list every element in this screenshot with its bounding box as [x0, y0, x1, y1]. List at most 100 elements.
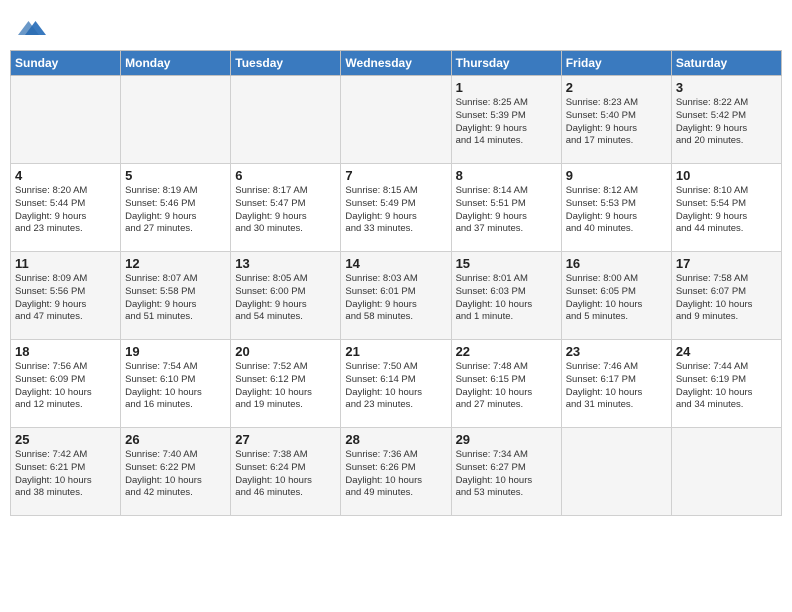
day-info: Sunrise: 7:40 AM Sunset: 6:22 PM Dayligh… — [125, 449, 226, 500]
day-number: 18 — [15, 344, 116, 359]
header-sunday: Sunday — [11, 51, 121, 76]
calendar-week-row: 11Sunrise: 8:09 AM Sunset: 5:56 PM Dayli… — [11, 252, 782, 340]
day-info: Sunrise: 8:23 AM Sunset: 5:40 PM Dayligh… — [566, 97, 667, 148]
calendar-cell: 27 Sunrise: 7:38 AM Sunset: 6:24 PM Dayli… — [231, 428, 341, 516]
day-info: Sunrise: 8:05 AM Sunset: 6:00 PM Dayligh… — [235, 273, 336, 324]
day-number: 25 — [15, 432, 116, 447]
day-info: Sunrise: 8:10 AM Sunset: 5:54 PM Dayligh… — [676, 185, 777, 236]
calendar-cell: 28 Sunrise: 7:36 AM Sunset: 6:26 PM Dayli… — [341, 428, 451, 516]
day-info: Sunrise: 7:38 AM Sunset: 6:24 PM Dayligh… — [235, 449, 336, 500]
day-info: Sunrise: 8:07 AM Sunset: 5:58 PM Dayligh… — [125, 273, 226, 324]
day-info: Sunrise: 7:52 AM Sunset: 6:12 PM Dayligh… — [235, 361, 336, 412]
day-number: 1 — [456, 80, 557, 95]
day-number: 15 — [456, 256, 557, 271]
header-thursday: Thursday — [451, 51, 561, 76]
calendar-cell: 21 Sunrise: 7:50 AM Sunset: 6:14 PM Dayli… — [341, 340, 451, 428]
day-number: 8 — [456, 168, 557, 183]
calendar-cell: 18 Sunrise: 7:56 AM Sunset: 6:09 PM Dayli… — [11, 340, 121, 428]
calendar-cell: 25 Sunrise: 7:42 AM Sunset: 6:21 PM Dayli… — [11, 428, 121, 516]
day-info: Sunrise: 8:25 AM Sunset: 5:39 PM Dayligh… — [456, 97, 557, 148]
calendar-cell: 16 Sunrise: 8:00 AM Sunset: 6:05 PM Dayli… — [561, 252, 671, 340]
day-info: Sunrise: 7:54 AM Sunset: 6:10 PM Dayligh… — [125, 361, 226, 412]
day-number: 26 — [125, 432, 226, 447]
day-info: Sunrise: 8:12 AM Sunset: 5:53 PM Dayligh… — [566, 185, 667, 236]
day-info: Sunrise: 7:48 AM Sunset: 6:15 PM Dayligh… — [456, 361, 557, 412]
calendar-cell: 19 Sunrise: 7:54 AM Sunset: 6:10 PM Dayli… — [121, 340, 231, 428]
calendar-cell — [561, 428, 671, 516]
calendar-cell: 8 Sunrise: 8:14 AM Sunset: 5:51 PM Daylig… — [451, 164, 561, 252]
header-wednesday: Wednesday — [341, 51, 451, 76]
day-info: Sunrise: 7:58 AM Sunset: 6:07 PM Dayligh… — [676, 273, 777, 324]
header-friday: Friday — [561, 51, 671, 76]
header-saturday: Saturday — [671, 51, 781, 76]
calendar-header: SundayMondayTuesdayWednesdayThursdayFrid… — [11, 51, 782, 76]
day-number: 14 — [345, 256, 446, 271]
calendar-cell: 14Sunrise: 8:03 AM Sunset: 6:01 PM Dayli… — [341, 252, 451, 340]
day-number: 6 — [235, 168, 336, 183]
calendar-week-row: 4Sunrise: 8:20 AM Sunset: 5:44 PM Daylig… — [11, 164, 782, 252]
day-number: 13 — [235, 256, 336, 271]
calendar-cell: 6Sunrise: 8:17 AM Sunset: 5:47 PM Daylig… — [231, 164, 341, 252]
day-number: 7 — [345, 168, 446, 183]
calendar-cell: 22 Sunrise: 7:48 AM Sunset: 6:15 PM Dayli… — [451, 340, 561, 428]
calendar-cell: 23 Sunrise: 7:46 AM Sunset: 6:17 PM Dayli… — [561, 340, 671, 428]
day-info: Sunrise: 7:34 AM Sunset: 6:27 PM Dayligh… — [456, 449, 557, 500]
day-number: 19 — [125, 344, 226, 359]
day-number: 3 — [676, 80, 777, 95]
calendar-cell: 3 Sunrise: 8:22 AM Sunset: 5:42 PM Daylig… — [671, 76, 781, 164]
calendar-cell: 24 Sunrise: 7:44 AM Sunset: 6:19 PM Dayli… — [671, 340, 781, 428]
calendar-body: 1 Sunrise: 8:25 AM Sunset: 5:39 PM Daylig… — [11, 76, 782, 516]
calendar-cell: 11Sunrise: 8:09 AM Sunset: 5:56 PM Dayli… — [11, 252, 121, 340]
calendar-cell — [231, 76, 341, 164]
day-info: Sunrise: 7:44 AM Sunset: 6:19 PM Dayligh… — [676, 361, 777, 412]
header-row: SundayMondayTuesdayWednesdayThursdayFrid… — [11, 51, 782, 76]
day-number: 29 — [456, 432, 557, 447]
calendar-cell: 17 Sunrise: 7:58 AM Sunset: 6:07 PM Dayli… — [671, 252, 781, 340]
day-number: 23 — [566, 344, 667, 359]
day-info: Sunrise: 8:22 AM Sunset: 5:42 PM Dayligh… — [676, 97, 777, 148]
calendar-cell: 26 Sunrise: 7:40 AM Sunset: 6:22 PM Dayli… — [121, 428, 231, 516]
calendar-cell: 2 Sunrise: 8:23 AM Sunset: 5:40 PM Daylig… — [561, 76, 671, 164]
day-info: Sunrise: 8:19 AM Sunset: 5:46 PM Dayligh… — [125, 185, 226, 236]
day-number: 17 — [676, 256, 777, 271]
calendar-cell: 5 Sunrise: 8:19 AM Sunset: 5:46 PM Daylig… — [121, 164, 231, 252]
calendar-cell: 9 Sunrise: 8:12 AM Sunset: 5:53 PM Daylig… — [561, 164, 671, 252]
day-number: 12 — [125, 256, 226, 271]
calendar-week-row: 25 Sunrise: 7:42 AM Sunset: 6:21 PM Dayli… — [11, 428, 782, 516]
day-number: 5 — [125, 168, 226, 183]
day-info: Sunrise: 7:50 AM Sunset: 6:14 PM Dayligh… — [345, 361, 446, 412]
calendar-cell: 15Sunrise: 8:01 AM Sunset: 6:03 PM Dayli… — [451, 252, 561, 340]
day-info: Sunrise: 7:36 AM Sunset: 6:26 PM Dayligh… — [345, 449, 446, 500]
calendar-table: SundayMondayTuesdayWednesdayThursdayFrid… — [10, 50, 782, 516]
calendar-cell: 4Sunrise: 8:20 AM Sunset: 5:44 PM Daylig… — [11, 164, 121, 252]
day-info: Sunrise: 8:09 AM Sunset: 5:56 PM Dayligh… — [15, 273, 116, 324]
day-number: 21 — [345, 344, 446, 359]
calendar-cell — [11, 76, 121, 164]
day-number: 2 — [566, 80, 667, 95]
day-number: 4 — [15, 168, 116, 183]
calendar-cell — [341, 76, 451, 164]
logo — [14, 14, 46, 42]
day-number: 22 — [456, 344, 557, 359]
day-number: 9 — [566, 168, 667, 183]
day-number: 20 — [235, 344, 336, 359]
day-number: 10 — [676, 168, 777, 183]
calendar-cell: 29 Sunrise: 7:34 AM Sunset: 6:27 PM Dayli… — [451, 428, 561, 516]
day-number: 16 — [566, 256, 667, 271]
day-info: Sunrise: 7:56 AM Sunset: 6:09 PM Dayligh… — [15, 361, 116, 412]
calendar-cell — [671, 428, 781, 516]
header-monday: Monday — [121, 51, 231, 76]
calendar-cell: 1 Sunrise: 8:25 AM Sunset: 5:39 PM Daylig… — [451, 76, 561, 164]
logo-icon — [18, 14, 46, 42]
day-number: 24 — [676, 344, 777, 359]
day-info: Sunrise: 7:42 AM Sunset: 6:21 PM Dayligh… — [15, 449, 116, 500]
calendar-cell: 20 Sunrise: 7:52 AM Sunset: 6:12 PM Dayli… — [231, 340, 341, 428]
day-info: Sunrise: 8:00 AM Sunset: 6:05 PM Dayligh… — [566, 273, 667, 324]
day-info: Sunrise: 8:15 AM Sunset: 5:49 PM Dayligh… — [345, 185, 446, 236]
day-number: 27 — [235, 432, 336, 447]
calendar-cell — [121, 76, 231, 164]
day-info: Sunrise: 8:14 AM Sunset: 5:51 PM Dayligh… — [456, 185, 557, 236]
day-info: Sunrise: 7:46 AM Sunset: 6:17 PM Dayligh… — [566, 361, 667, 412]
calendar-cell: 13 Sunrise: 8:05 AM Sunset: 6:00 PM Dayli… — [231, 252, 341, 340]
day-number: 28 — [345, 432, 446, 447]
